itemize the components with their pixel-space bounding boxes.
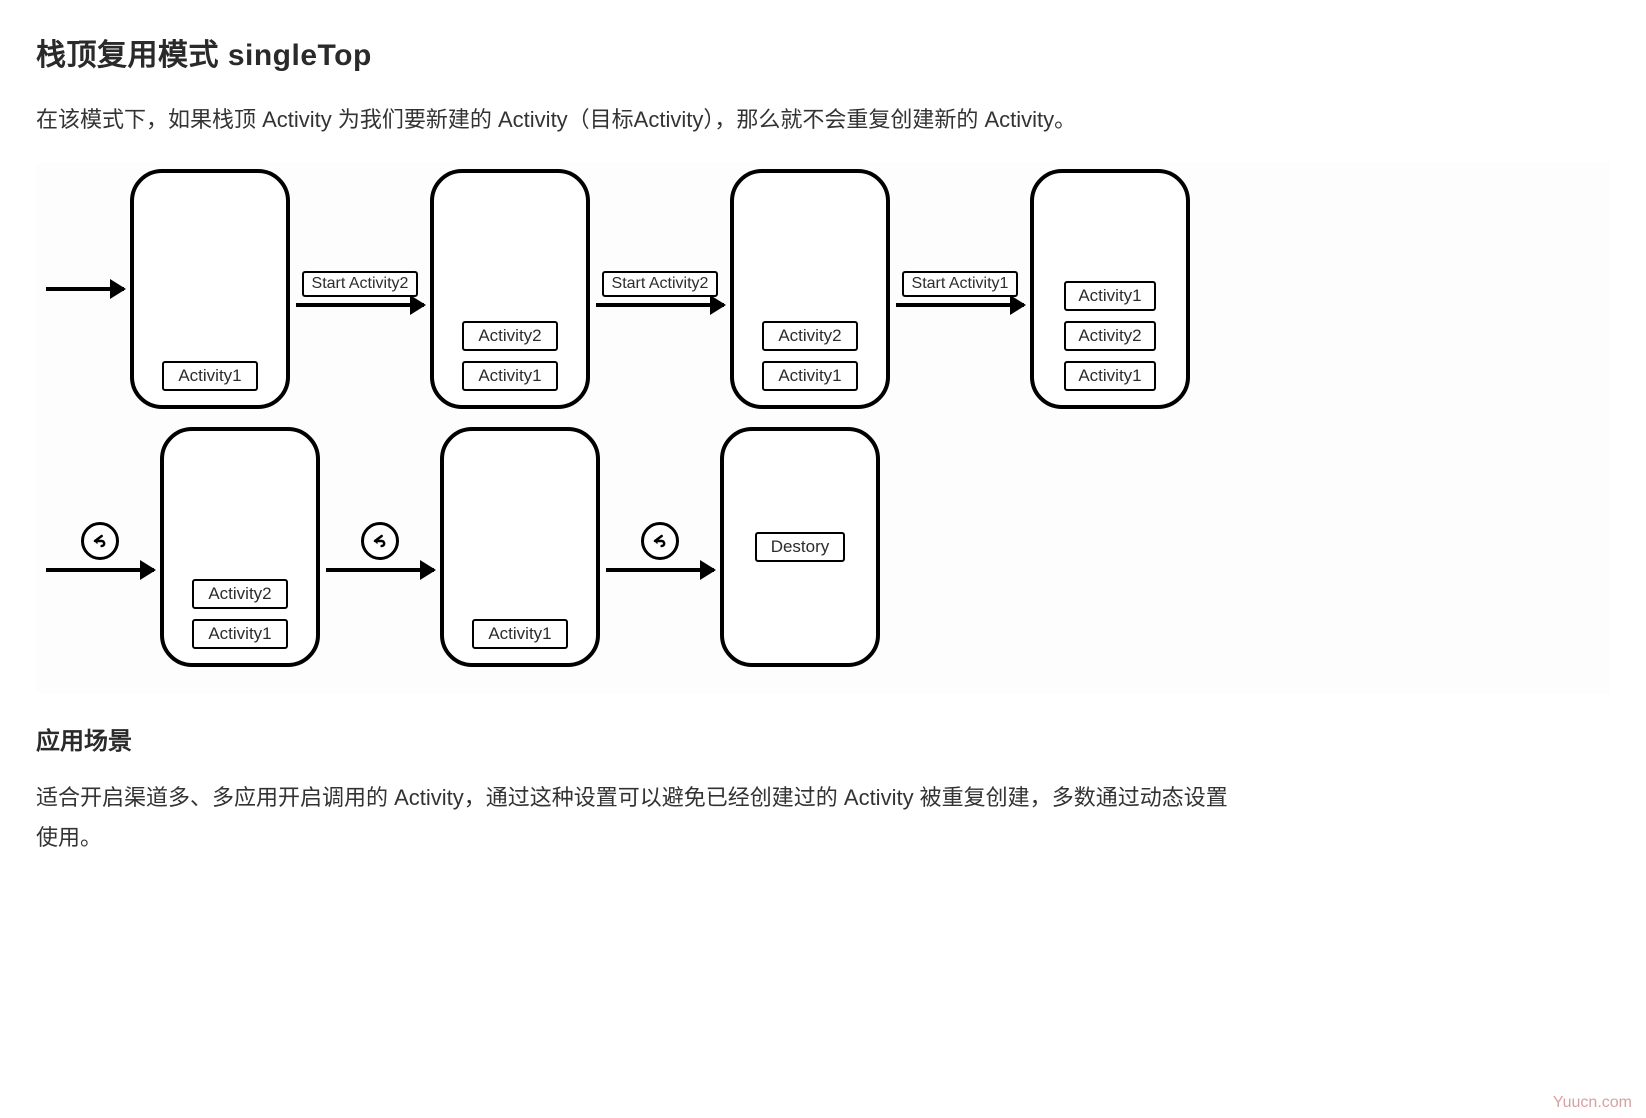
task-stack-6: Activity1 [440, 427, 600, 667]
arrow-line-icon [46, 568, 154, 572]
arrow-label: Start Activity2 [602, 271, 719, 297]
activity-box: Activity1 [1064, 281, 1155, 311]
arrow-start-activity2-b: Start Activity2 [590, 271, 730, 307]
task-stack-2: Activity1 Activity2 [430, 169, 590, 409]
diagram-container: Activity1 Start Activity2 Activity1 Acti… [36, 163, 1610, 693]
arrow-back-1 [40, 522, 160, 572]
activity-box: Activity2 [462, 321, 557, 351]
arrow-back-3 [600, 522, 720, 572]
watermark-text: Yuucn.com [1553, 1094, 1632, 1112]
activity-box: Activity1 [162, 361, 257, 391]
arrow-line-icon [46, 287, 124, 291]
task-stack-4: Activity1 Activity2 Activity1 [1030, 169, 1190, 409]
arrow-start-activity1: Start Activity1 [890, 271, 1030, 307]
arrow-line-icon [596, 303, 724, 307]
task-stack-5: Activity1 Activity2 [160, 427, 320, 667]
activity-box: Activity1 [1064, 361, 1155, 391]
intro-paragraph: 在该模式下，如果栈顶 Activity 为我们要新建的 Activity（目标A… [36, 100, 1236, 141]
activity-box: Activity2 [762, 321, 857, 351]
task-stack-1: Activity1 [130, 169, 290, 409]
destroy-label: Destory [755, 532, 846, 562]
arrow-label: Start Activity2 [302, 271, 419, 297]
usecase-heading: 应用场景 [36, 721, 1610, 756]
task-stack-7: Destory [720, 427, 880, 667]
back-icon [81, 522, 119, 560]
activity-box: Activity1 [192, 619, 287, 649]
activity-box: Activity1 [762, 361, 857, 391]
arrow-line-icon [296, 303, 424, 307]
arrow-line-icon [896, 303, 1024, 307]
section-heading: 栈顶复用模式 singleTop [36, 30, 1610, 74]
diagram-row-2: Activity1 Activity2 Activity1 Destory [40, 427, 1606, 667]
back-icon [641, 522, 679, 560]
arrow-initial [40, 287, 130, 291]
activity-box: Activity2 [1064, 321, 1155, 351]
arrow-label: Start Activity1 [902, 271, 1019, 297]
task-stack-3: Activity1 Activity2 [730, 169, 890, 409]
back-icon [361, 522, 399, 560]
activity-box: Activity2 [192, 579, 287, 609]
activity-box: Activity1 [472, 619, 567, 649]
arrow-start-activity2-a: Start Activity2 [290, 271, 430, 307]
arrow-line-icon [606, 568, 714, 572]
activity-box: Activity1 [462, 361, 557, 391]
arrow-line-icon [326, 568, 434, 572]
usecase-paragraph: 适合开启渠道多、多应用开启调用的 Activity，通过这种设置可以避免已经创建… [36, 778, 1236, 859]
arrow-back-2 [320, 522, 440, 572]
diagram-row-1: Activity1 Start Activity2 Activity1 Acti… [40, 169, 1606, 409]
